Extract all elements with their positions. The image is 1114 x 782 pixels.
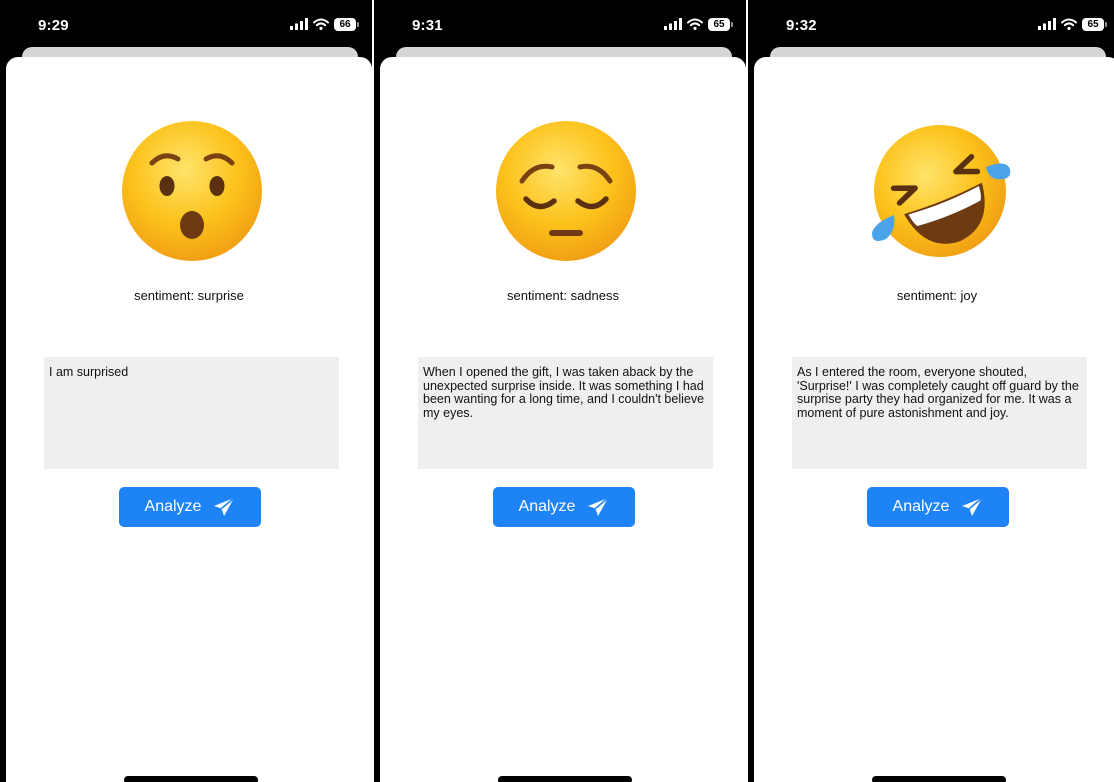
sentiment-label: sentiment: sadness xyxy=(506,288,619,303)
signal-icon xyxy=(290,18,308,30)
send-icon xyxy=(588,497,609,516)
phone-screen-surprise: 9:29 66 sentiment: surprise I am surpris… xyxy=(0,0,372,782)
phone-screen-sadness: 9:31 65 sentiment: sadness When I opened… xyxy=(374,0,746,782)
status-time: 9:29 xyxy=(38,17,69,34)
status-icons: 65 xyxy=(664,17,733,31)
screenshot-stage: 9:29 66 sentiment: surprise I am surpris… xyxy=(0,0,1114,782)
analyze-button[interactable]: Analyze xyxy=(119,487,261,527)
modal-sheet: sentiment: sadness When I opened the gif… xyxy=(380,57,746,782)
analyze-button[interactable]: Analyze xyxy=(867,487,1009,527)
text-input[interactable]: As I entered the room, everyone shouted,… xyxy=(792,357,1087,469)
sentiment-label: sentiment: joy xyxy=(896,288,978,303)
battery-icon: 66 xyxy=(334,17,359,31)
status-time: 9:32 xyxy=(786,17,817,34)
battery-icon: 65 xyxy=(708,17,733,31)
home-indicator xyxy=(498,776,632,782)
battery-icon: 65 xyxy=(1082,17,1107,31)
status-bar: 9:32 65 xyxy=(748,0,1114,48)
send-icon xyxy=(962,497,983,516)
analyze-button-label: Analyze xyxy=(518,498,576,515)
text-input[interactable]: When I opened the gift, I was taken abac… xyxy=(418,357,713,469)
sentiment-label: sentiment: surprise xyxy=(134,288,244,303)
status-bar: 9:29 66 xyxy=(0,0,372,48)
modal-sheet: sentiment: joy As I entered the room, ev… xyxy=(754,57,1114,782)
analyze-button-label: Analyze xyxy=(892,498,950,515)
analyze-button[interactable]: Analyze xyxy=(493,487,635,527)
wifi-icon xyxy=(313,18,329,30)
signal-icon xyxy=(1038,18,1056,30)
wifi-icon xyxy=(687,18,703,30)
status-icons: 65 xyxy=(1038,17,1107,31)
battery-level: 66 xyxy=(339,18,351,30)
phone-screen-joy: 9:32 65 sentiment: joy As I entered the … xyxy=(748,0,1114,782)
rolling-on-floor-laughing-face-icon xyxy=(872,124,1011,257)
pensive-face-icon xyxy=(496,121,636,261)
wifi-icon xyxy=(1061,18,1077,30)
home-indicator xyxy=(872,776,1006,782)
status-time: 9:31 xyxy=(412,17,443,34)
surprise-face-icon xyxy=(122,121,262,261)
home-indicator xyxy=(124,776,258,782)
status-icons: 66 xyxy=(290,17,359,31)
send-icon xyxy=(214,497,235,516)
status-bar: 9:31 65 xyxy=(374,0,746,48)
text-input[interactable]: I am surprised xyxy=(44,357,339,469)
analyze-button-label: Analyze xyxy=(144,498,202,515)
battery-level: 65 xyxy=(713,18,725,30)
battery-level: 65 xyxy=(1087,18,1099,30)
modal-sheet: sentiment: surprise I am surprised Analy… xyxy=(6,57,372,782)
signal-icon xyxy=(664,18,682,30)
